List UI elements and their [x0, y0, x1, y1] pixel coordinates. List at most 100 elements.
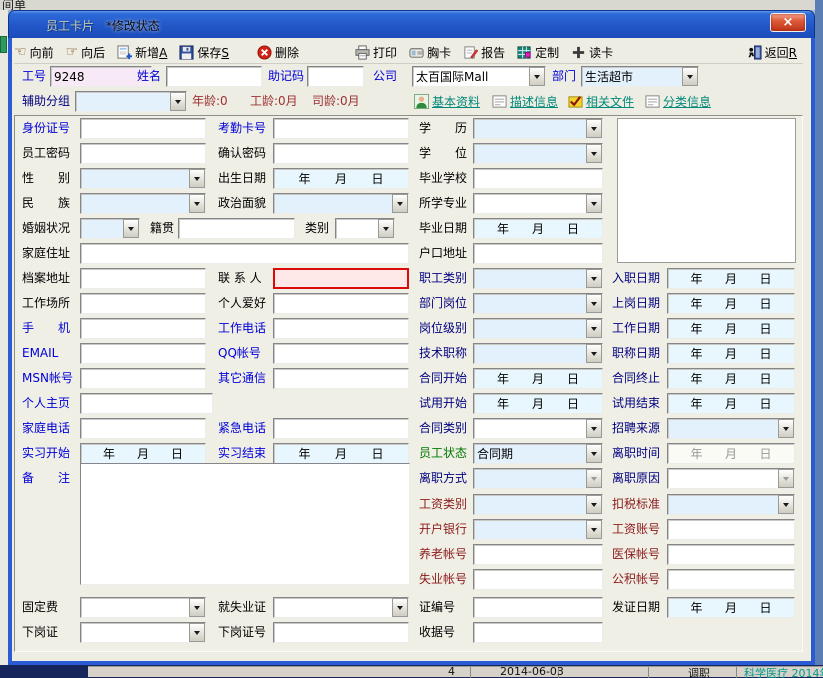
employment-cert-select[interactable]	[273, 597, 409, 618]
ethnicity-select[interactable]	[80, 193, 206, 214]
home-phone-input[interactable]	[80, 418, 206, 439]
emergency-phone-input[interactable]	[273, 418, 409, 439]
prev-button[interactable]: ☜ 向前	[14, 44, 54, 61]
emp-status-select[interactable]: 合同期	[473, 443, 603, 464]
other-comm-input[interactable]	[273, 368, 409, 389]
dropdown-arrow[interactable]	[586, 319, 602, 338]
contact-input[interactable]	[273, 268, 409, 289]
read-card-button[interactable]: 读卡	[571, 44, 613, 61]
political-select[interactable]	[273, 193, 409, 214]
dept-select[interactable]: 生活超市	[581, 66, 699, 87]
receipt-no-input[interactable]	[473, 622, 603, 643]
position-level-select[interactable]	[473, 318, 603, 339]
workplace-input[interactable]	[80, 293, 206, 314]
badge-button[interactable]: 胸卡	[409, 44, 451, 61]
contract-type-select[interactable]	[473, 418, 603, 439]
category-select[interactable]	[335, 218, 395, 239]
dropdown-arrow[interactable]	[586, 495, 602, 514]
work-phone-input[interactable]	[273, 318, 409, 339]
pension-account-input[interactable]	[473, 544, 603, 565]
birth-date-field[interactable]: 年月日	[273, 168, 409, 189]
household-addr-input[interactable]	[473, 243, 603, 264]
fund-account-input[interactable]	[667, 569, 795, 590]
emp-category-select[interactable]	[473, 268, 603, 289]
major-select[interactable]	[473, 193, 603, 214]
next-button[interactable]: ☞ 向后	[66, 44, 106, 61]
recruit-source-select[interactable]	[667, 418, 795, 439]
id-number-input[interactable]	[80, 118, 206, 139]
tab-related-files[interactable]: 相关文件	[568, 93, 634, 110]
company-select[interactable]: 太百国际Mall	[412, 66, 546, 87]
dropdown-arrow[interactable]	[189, 623, 205, 642]
confirm-pwd-input[interactable]	[273, 143, 409, 164]
hobby-input[interactable]	[273, 293, 409, 314]
file-address-input[interactable]	[80, 268, 206, 289]
dropdown-arrow[interactable]	[778, 419, 794, 438]
salary-account-input[interactable]	[667, 519, 795, 540]
dropdown-arrow[interactable]	[189, 598, 205, 617]
employee-pwd-input[interactable]	[80, 143, 206, 164]
trial-end-field[interactable]: 年月日	[667, 393, 795, 414]
trial-start-field[interactable]: 年月日	[473, 393, 603, 414]
dropdown-arrow[interactable]	[586, 419, 602, 438]
native-place-input[interactable]	[178, 218, 295, 239]
tab-basic-info[interactable]: 基本资料	[414, 93, 480, 110]
delete-button[interactable]: 删除	[257, 44, 299, 61]
tab-classification-info[interactable]: 分类信息	[645, 93, 711, 110]
dropdown-arrow[interactable]	[586, 520, 602, 539]
return-button[interactable]: 返回R	[747, 44, 797, 61]
dropdown-arrow[interactable]	[586, 119, 602, 138]
salary-type-select[interactable]	[473, 494, 603, 515]
aux-group-select[interactable]	[75, 91, 187, 112]
degree-select[interactable]	[473, 143, 603, 164]
customize-button[interactable]: 定制	[517, 44, 559, 61]
unemployment-account-input[interactable]	[473, 569, 603, 590]
hire-date-field[interactable]: 年月日	[667, 268, 795, 289]
report-button[interactable]: 报告	[463, 44, 505, 61]
dropdown-arrow[interactable]	[586, 269, 602, 288]
close-button[interactable]: ×	[770, 13, 806, 32]
fixed-fee-select[interactable]	[80, 597, 206, 618]
work-date-field[interactable]: 年月日	[667, 318, 795, 339]
new-button[interactable]: 新增A	[117, 44, 167, 61]
dropdown-arrow[interactable]	[586, 144, 602, 163]
issue-date-field[interactable]: 年月日	[667, 597, 795, 618]
dropdown-arrow[interactable]	[189, 169, 205, 188]
name-input[interactable]	[166, 66, 262, 87]
medical-account-input[interactable]	[667, 544, 795, 565]
dropdown-arrow[interactable]	[778, 495, 794, 514]
qq-input[interactable]	[273, 343, 409, 364]
tab-description-info[interactable]: 描述信息	[492, 93, 558, 110]
tech-title-select[interactable]	[473, 343, 603, 364]
grad-date-field[interactable]: 年月日	[473, 218, 603, 239]
start-date-field[interactable]: 年月日	[667, 293, 795, 314]
cert-number-input[interactable]	[473, 597, 603, 618]
gender-select[interactable]	[80, 168, 206, 189]
contract-start-field[interactable]: 年月日	[473, 368, 603, 389]
dropdown-arrow[interactable]	[586, 444, 602, 463]
mnemonic-input[interactable]	[307, 66, 364, 87]
dept-position-select[interactable]	[473, 293, 603, 314]
grad-school-input[interactable]	[473, 168, 603, 189]
msn-input[interactable]	[80, 368, 206, 389]
dropdown-arrow[interactable]	[123, 219, 139, 238]
layoff-cert-select[interactable]	[80, 622, 206, 643]
tax-standard-select[interactable]	[667, 494, 795, 515]
layoff-cert-no-input[interactable]	[273, 622, 409, 643]
attendance-card-input[interactable]	[273, 118, 409, 139]
dropdown-arrow[interactable]	[378, 219, 394, 238]
dropdown-arrow[interactable]	[529, 67, 545, 86]
contract-end-field[interactable]: 年月日	[667, 368, 795, 389]
dropdown-arrow[interactable]	[170, 92, 186, 111]
print-button[interactable]: 打印	[355, 44, 397, 61]
intern-start-field[interactable]: 年月日	[80, 443, 206, 464]
marital-select[interactable]	[80, 218, 140, 239]
bank-select[interactable]	[473, 519, 603, 540]
title-date-field[interactable]: 年月日	[667, 343, 795, 364]
education-select[interactable]	[473, 118, 603, 139]
remarks-textarea[interactable]	[80, 463, 410, 585]
intern-end-field[interactable]: 年月日	[273, 443, 409, 464]
dropdown-arrow[interactable]	[586, 194, 602, 213]
dropdown-arrow[interactable]	[392, 598, 408, 617]
homepage-input[interactable]	[80, 393, 213, 414]
